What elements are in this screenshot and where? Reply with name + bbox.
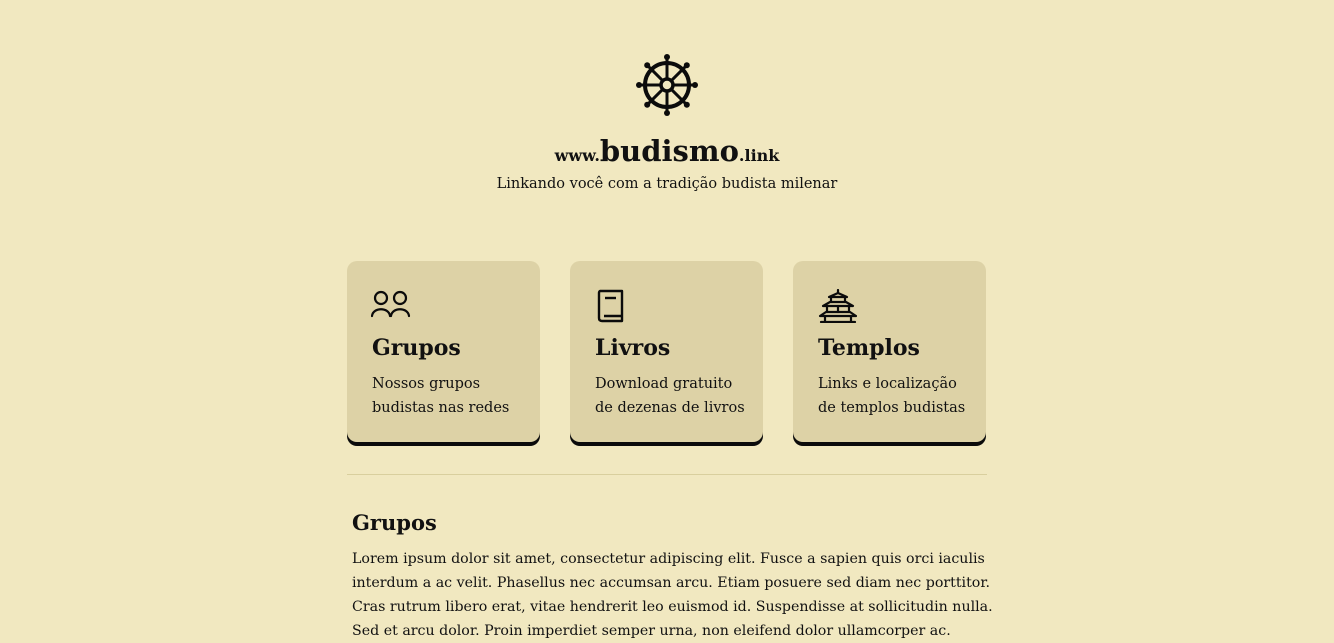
temple-icon [818, 289, 857, 323]
card-description: Nossos grupos budistas nas redes [372, 372, 509, 420]
card-desc-line: Links e localização [818, 376, 957, 392]
site-title-prefix: www. [554, 146, 600, 165]
card-title: Livros [595, 335, 671, 361]
site-title: www.budismo.link [0, 134, 1334, 168]
tagline: Linkando você com a tradição budista mil… [496, 176, 838, 192]
section-body: Lorem ipsum dolor sit amet, consectetur … [352, 547, 993, 643]
section-body-line: interdum a ac velit. Phasellus nec accum… [352, 575, 991, 591]
card-desc-line: Nossos grupos [372, 376, 481, 392]
card-desc-line: Download gratuito [595, 376, 733, 392]
section-title: Grupos [352, 510, 437, 535]
section-body-line: Cras rutrum libero erat, vitae hendrerit… [352, 599, 993, 615]
card-description: Links e localização de templos budistas [818, 372, 965, 420]
people-icon [371, 290, 411, 318]
card-grupos[interactable]: Grupos Nossos grupos budistas nas redes [347, 261, 540, 442]
site-title-main: budismo [599, 134, 739, 168]
dharma-wheel-icon [636, 54, 698, 116]
section-body-line: Lorem ipsum dolor sit amet, consectetur … [352, 551, 985, 567]
card-desc-line: de dezenas de livros [595, 400, 745, 416]
card-description: Download gratuito de dezenas de livros [595, 372, 745, 420]
card-livros[interactable]: Livros Download gratuito de dezenas de l… [570, 261, 763, 442]
card-title: Templos [818, 335, 920, 361]
card-desc-line: de templos budistas [818, 400, 966, 416]
section-body-line: Sed et arcu dolor. Proin imperdiet sempe… [352, 623, 951, 639]
book-icon [597, 289, 624, 323]
divider [347, 474, 987, 475]
site-title-suffix: .link [738, 146, 780, 165]
card-desc-line: budistas nas redes [372, 400, 510, 416]
card-title: Grupos [372, 335, 461, 361]
card-templos[interactable]: Templos Links e localização de templos b… [793, 261, 986, 442]
